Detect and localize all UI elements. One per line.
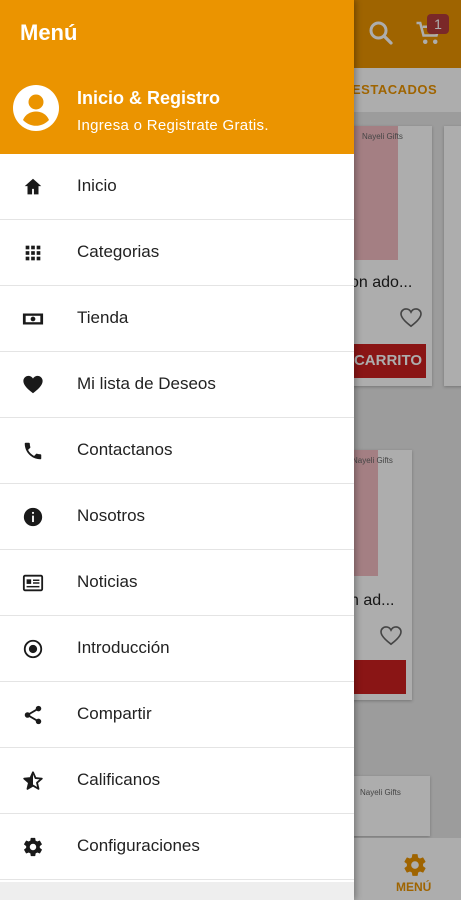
header-subtitle: Ingresa o Registrate Gratis. (77, 117, 269, 134)
menu-item-label: Mi lista de Deseos (77, 374, 216, 393)
menu-item-inicio[interactable]: Inicio (0, 154, 354, 220)
menu-item-deseos[interactable]: Mi lista de Deseos (0, 352, 354, 418)
menu-item-configuraciones[interactable]: Configuraciones (0, 814, 354, 880)
menu-item-label: Noticias (77, 572, 138, 591)
menu-item-introduccion[interactable]: Introducción (0, 616, 354, 682)
phone-icon (22, 440, 44, 462)
menu-item-categorias[interactable]: Categorias (0, 220, 354, 286)
grid-icon (22, 242, 44, 264)
radio-icon (22, 638, 44, 660)
drawer-title: Menú (20, 20, 78, 45)
menu-item-label: Introducción (77, 638, 170, 657)
menu-item-label: Categorias (77, 242, 160, 261)
menu-item-label: Tienda (77, 308, 129, 327)
menu-item-nosotros[interactable]: Nosotros (0, 484, 354, 550)
drawer-header[interactable]: Inicio & Registro Ingresa o Registrate G… (0, 68, 354, 154)
menu-item-label: Calificanos (77, 770, 161, 789)
menu-item-noticias[interactable]: Noticias (0, 550, 354, 616)
menu-item-label: Inicio (77, 176, 117, 195)
avatar-icon (12, 84, 60, 132)
menu-item-contactanos[interactable]: Contactanos (0, 418, 354, 484)
menu-item-label: Compartir (77, 704, 152, 723)
menu-item-compartir[interactable]: Compartir (0, 682, 354, 748)
menu-item-label: Contactanos (77, 440, 173, 459)
heart-icon (22, 374, 44, 396)
drawer-toolbar: Menú (0, 0, 354, 68)
info-icon (22, 506, 44, 528)
star-icon (22, 770, 44, 792)
newspaper-icon (22, 572, 44, 594)
header-title: Inicio & Registro (77, 88, 221, 108)
menu-item-calificanos[interactable]: Calificanos (0, 748, 354, 814)
menu-item-tienda[interactable]: Tienda (0, 286, 354, 352)
home-icon (22, 176, 44, 198)
menu-item-label: Configuraciones (77, 836, 200, 855)
money-icon (22, 308, 44, 330)
gear-icon (22, 836, 44, 858)
navigation-drawer: Menú Inicio & Registro Ingresa o Registr… (0, 0, 354, 900)
drawer-footer (0, 882, 354, 900)
share-icon (22, 704, 44, 726)
drawer-menu: Inicio Categorias Tienda Mi lista de Des… (0, 154, 354, 880)
menu-item-label: Nosotros (77, 506, 146, 525)
